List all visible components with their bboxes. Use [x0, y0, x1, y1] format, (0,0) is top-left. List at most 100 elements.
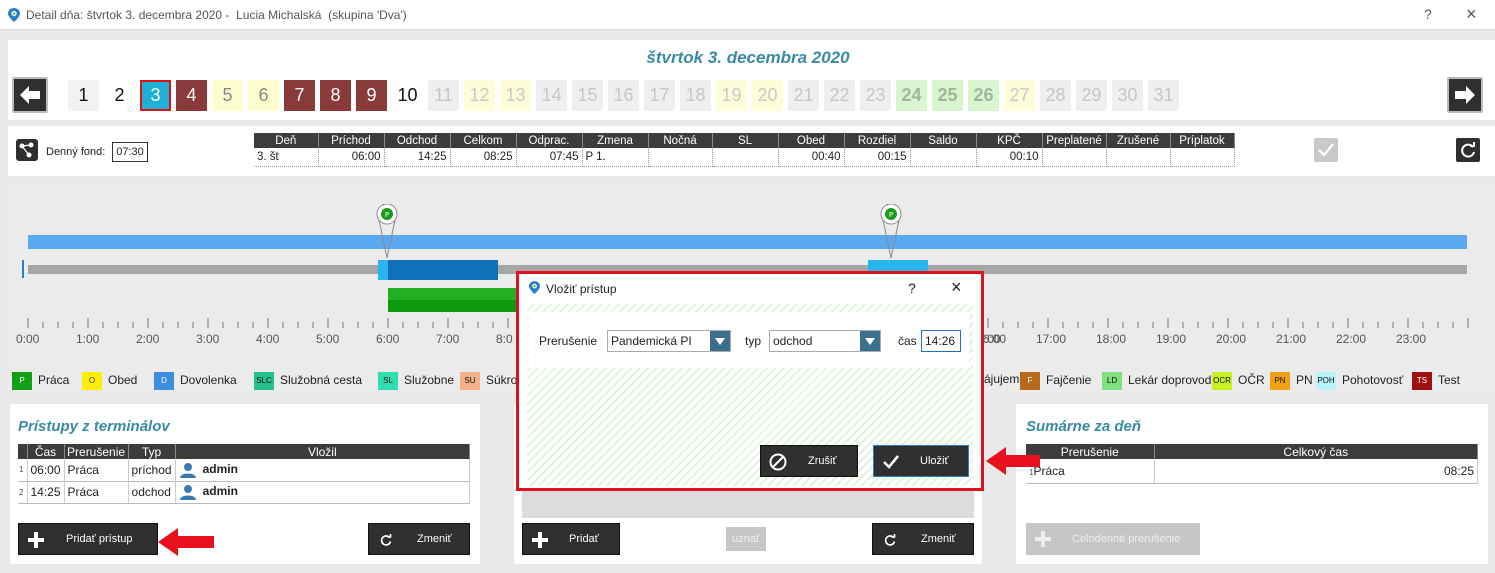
- day-cell-15[interactable]: 15: [572, 80, 603, 111]
- summary-cell-12: [1042, 148, 1107, 167]
- day-cell-19[interactable]: 19: [716, 80, 747, 111]
- legend-swatch: D: [154, 372, 174, 390]
- allday-interruption-button[interactable]: Celodenné prerušenie: [1026, 523, 1200, 555]
- table-row[interactable]: 1Práca 08:25: [1026, 459, 1478, 484]
- day-cell-3[interactable]: 3: [140, 80, 171, 111]
- day-cell-12[interactable]: 12: [464, 80, 495, 111]
- summary-col-1: Príchod: [318, 133, 385, 148]
- prerusenie-label: Prerušenie: [539, 334, 598, 348]
- day-navigator: štvrtok 3. decembra 2020 1 2 3 4 5 6 7 8 9 10 11 12…: [8, 40, 1495, 120]
- summary-cell-3: 08:25: [450, 148, 517, 167]
- dialog-help-button[interactable]: ?: [908, 280, 916, 296]
- legend-item-f: F Fajčenie: [1020, 372, 1091, 390]
- summary-cell-10: [910, 148, 977, 167]
- day-cell-7[interactable]: 7: [284, 80, 315, 111]
- close-button[interactable]: ×: [1466, 4, 1477, 25]
- window-title: Detail dňa: štvrtok 3. decembra 2020 - L…: [26, 8, 407, 22]
- summary-col-0: Deň: [254, 133, 319, 148]
- confirm-day-button[interactable]: [1314, 138, 1338, 162]
- day-cell-2[interactable]: 2: [104, 80, 135, 111]
- add-label: Pridať: [569, 533, 599, 545]
- summary-col-14: Príplatok: [1170, 133, 1235, 148]
- day-cell-28[interactable]: 28: [1040, 80, 1071, 111]
- day-cell-5[interactable]: 5: [212, 80, 243, 111]
- day-cell-29[interactable]: 29: [1076, 80, 1107, 111]
- day-cell-31[interactable]: 31: [1148, 80, 1179, 111]
- chevron-down-icon[interactable]: [710, 331, 730, 351]
- hour-label-17: 17:00: [1036, 332, 1067, 346]
- chevron-down-icon[interactable]: [860, 331, 880, 351]
- day-cell-23[interactable]: 23: [860, 80, 891, 111]
- day-cell-18[interactable]: 18: [680, 80, 711, 111]
- departure-pin-icon[interactable]: P: [880, 204, 904, 260]
- cancel-button[interactable]: Zrušiť: [760, 445, 858, 477]
- legend-swatch: SU: [460, 372, 480, 390]
- cas-input[interactable]: 14:26: [921, 330, 961, 352]
- hour-label-23: 23:00: [1396, 332, 1427, 346]
- day-totals-title: Sumárne za deň: [1026, 418, 1142, 435]
- help-button[interactable]: ?: [1424, 6, 1432, 22]
- legend-item-d: D Dovolenka: [154, 372, 237, 390]
- day-cell-30[interactable]: 30: [1112, 80, 1143, 111]
- share-icon[interactable]: [16, 139, 38, 161]
- summary-col-3: Celkom: [450, 133, 517, 148]
- add-access-button[interactable]: Pridať prístup: [18, 523, 158, 555]
- next-day-button[interactable]: [1447, 77, 1483, 113]
- legend-swatch: P: [12, 372, 32, 390]
- change-access-label: Zmeniť: [417, 533, 452, 545]
- fond-value: 07:30: [112, 142, 148, 162]
- refresh-icon: [380, 534, 392, 546]
- day-cell-17[interactable]: 17: [644, 80, 675, 111]
- prev-day-button[interactable]: [12, 77, 48, 113]
- arrival-pin-icon[interactable]: P: [376, 204, 400, 260]
- allday-label: Celodenné prerušenie: [1072, 533, 1181, 545]
- insert-access-dialog: Vložiť prístup ? × Prerušenie Pandemická…: [516, 271, 984, 491]
- cell-prerusenie: Práca: [64, 459, 129, 482]
- day-cell-21[interactable]: 21: [788, 80, 819, 111]
- day-cell-11[interactable]: 11: [428, 80, 459, 111]
- typ-select[interactable]: odchod: [769, 330, 881, 352]
- change-button[interactable]: Zmeniť: [872, 523, 974, 555]
- legend-label: PN: [1296, 373, 1313, 388]
- dialog-close-button[interactable]: ×: [951, 277, 962, 298]
- change-access-button[interactable]: Zmeniť: [368, 523, 470, 555]
- legend-item-ts: TS Test: [1412, 372, 1460, 390]
- day-cell-4[interactable]: 4: [176, 80, 207, 111]
- refresh-button[interactable]: [1456, 138, 1480, 162]
- user-avatar-icon: [179, 485, 196, 500]
- day-cell-27[interactable]: 27: [1004, 80, 1035, 111]
- day-cell-13[interactable]: 13: [500, 80, 531, 111]
- day-cell-24[interactable]: 24: [896, 80, 927, 111]
- save-button[interactable]: Uložiť: [873, 445, 969, 477]
- day-cell-22[interactable]: 22: [824, 80, 855, 111]
- table-row[interactable]: 1 06:00 Práca príchod admin: [18, 459, 471, 482]
- day-cell-6[interactable]: 6: [248, 80, 279, 111]
- red-arrow-icon: [986, 447, 1040, 475]
- table-row[interactable]: 2 14:25 Práca odchod admin: [18, 481, 471, 504]
- window-title-bar: Detail dňa: štvrtok 3. decembra 2020 - L…: [0, 0, 1495, 30]
- hour-label-0: 0:00: [16, 332, 40, 346]
- prerusenie-select[interactable]: Pandemická PI: [607, 330, 731, 352]
- work-type-bar-2: [388, 300, 518, 312]
- summary-cell-9: 00:15: [844, 148, 911, 167]
- day-cell-1[interactable]: 1: [68, 80, 99, 111]
- day-cell-14[interactable]: 14: [536, 80, 567, 111]
- legend-item-slc: SLC Služobná cesta: [254, 372, 362, 390]
- summary-col-12: Preplatené: [1042, 133, 1107, 148]
- day-cell-10[interactable]: 10: [392, 80, 423, 111]
- typ-label: typ: [745, 334, 762, 348]
- day-cell-26[interactable]: 26: [968, 80, 999, 111]
- day-cell-25[interactable]: 25: [932, 80, 963, 111]
- day-summary-table: Deň Príchod Odchod Celkom Odprac. Zmena Nočná S…: [254, 133, 1235, 167]
- legend-item-sl: SL Služobne: [378, 372, 454, 390]
- day-cell-9[interactable]: 9: [356, 80, 387, 111]
- add-button[interactable]: Pridať: [522, 523, 620, 555]
- day-cell-8[interactable]: 8: [320, 80, 351, 111]
- summary-cell-8: 00:40: [778, 148, 845, 167]
- day-cell-20[interactable]: 20: [752, 80, 783, 111]
- summary-col-13: Zrušené: [1106, 133, 1171, 148]
- approve-button[interactable]: uznať: [726, 527, 766, 551]
- work-segment-start: [378, 260, 388, 280]
- summary-col-6: Nočná: [648, 133, 713, 148]
- day-cell-16[interactable]: 16: [608, 80, 639, 111]
